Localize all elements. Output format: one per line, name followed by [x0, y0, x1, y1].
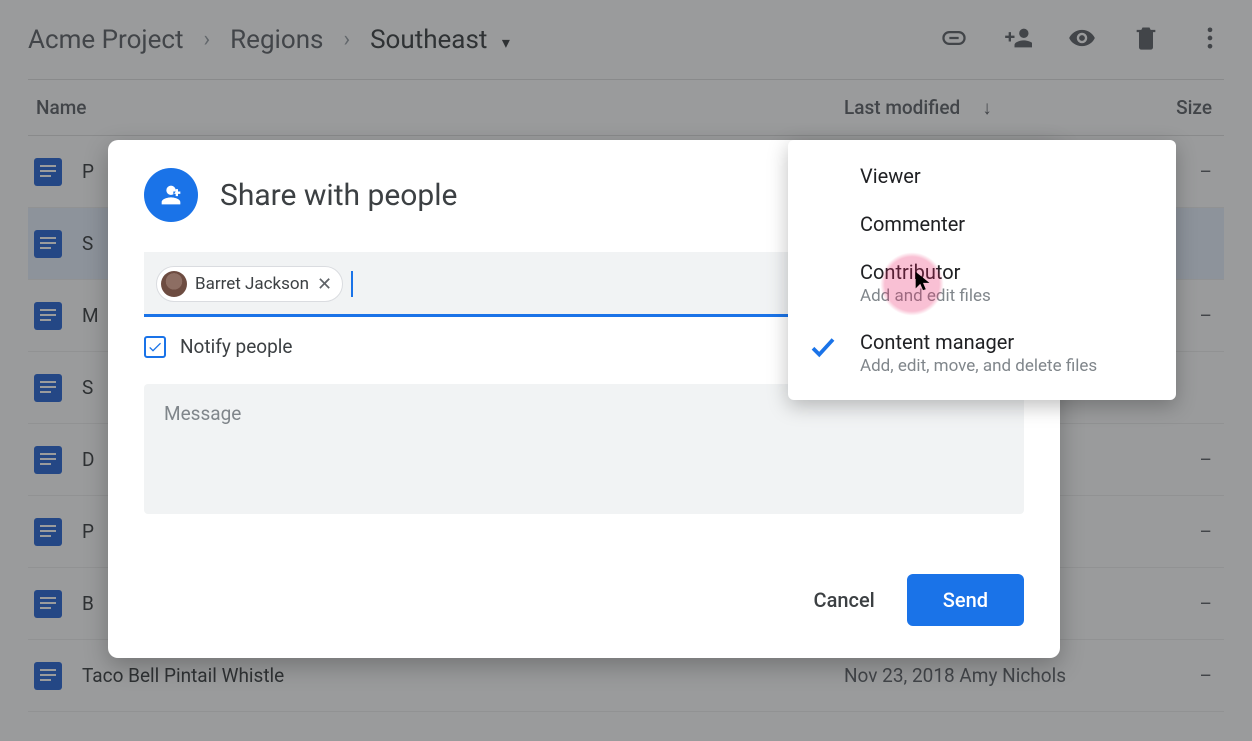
remove-chip-icon[interactable]: ✕ — [317, 274, 332, 295]
cancel-button[interactable]: Cancel — [808, 580, 881, 620]
role-dropdown: Viewer Commenter ContributorAdd and edit f… — [788, 140, 1176, 400]
chip-label: Barret Jackson — [195, 274, 309, 294]
send-button[interactable]: Send — [907, 574, 1024, 626]
role-desc: Add, edit, move, and delete files — [860, 356, 1097, 376]
dialog-title: Share with people — [220, 178, 457, 213]
check-icon — [808, 332, 838, 366]
avatar — [161, 271, 187, 297]
role-label: Content manager — [860, 330, 1097, 354]
role-option[interactable]: ContributorAdd and edit files — [788, 248, 1176, 318]
person-chip[interactable]: Barret Jackson ✕ — [156, 266, 343, 302]
message-input[interactable]: Message — [144, 384, 1024, 514]
role-desc: Add and edit files — [860, 286, 991, 306]
share-icon — [144, 168, 198, 222]
role-label: Viewer — [860, 164, 921, 188]
role-label: Contributor — [860, 260, 991, 284]
text-cursor — [351, 271, 353, 297]
role-option[interactable]: Content managerAdd, edit, move, and dele… — [788, 318, 1176, 388]
role-option[interactable]: Viewer — [788, 152, 1176, 200]
notify-checkbox[interactable] — [144, 336, 166, 358]
role-label: Commenter — [860, 212, 965, 236]
role-option[interactable]: Commenter — [788, 200, 1176, 248]
notify-label: Notify people — [180, 335, 292, 358]
message-placeholder: Message — [164, 402, 241, 425]
